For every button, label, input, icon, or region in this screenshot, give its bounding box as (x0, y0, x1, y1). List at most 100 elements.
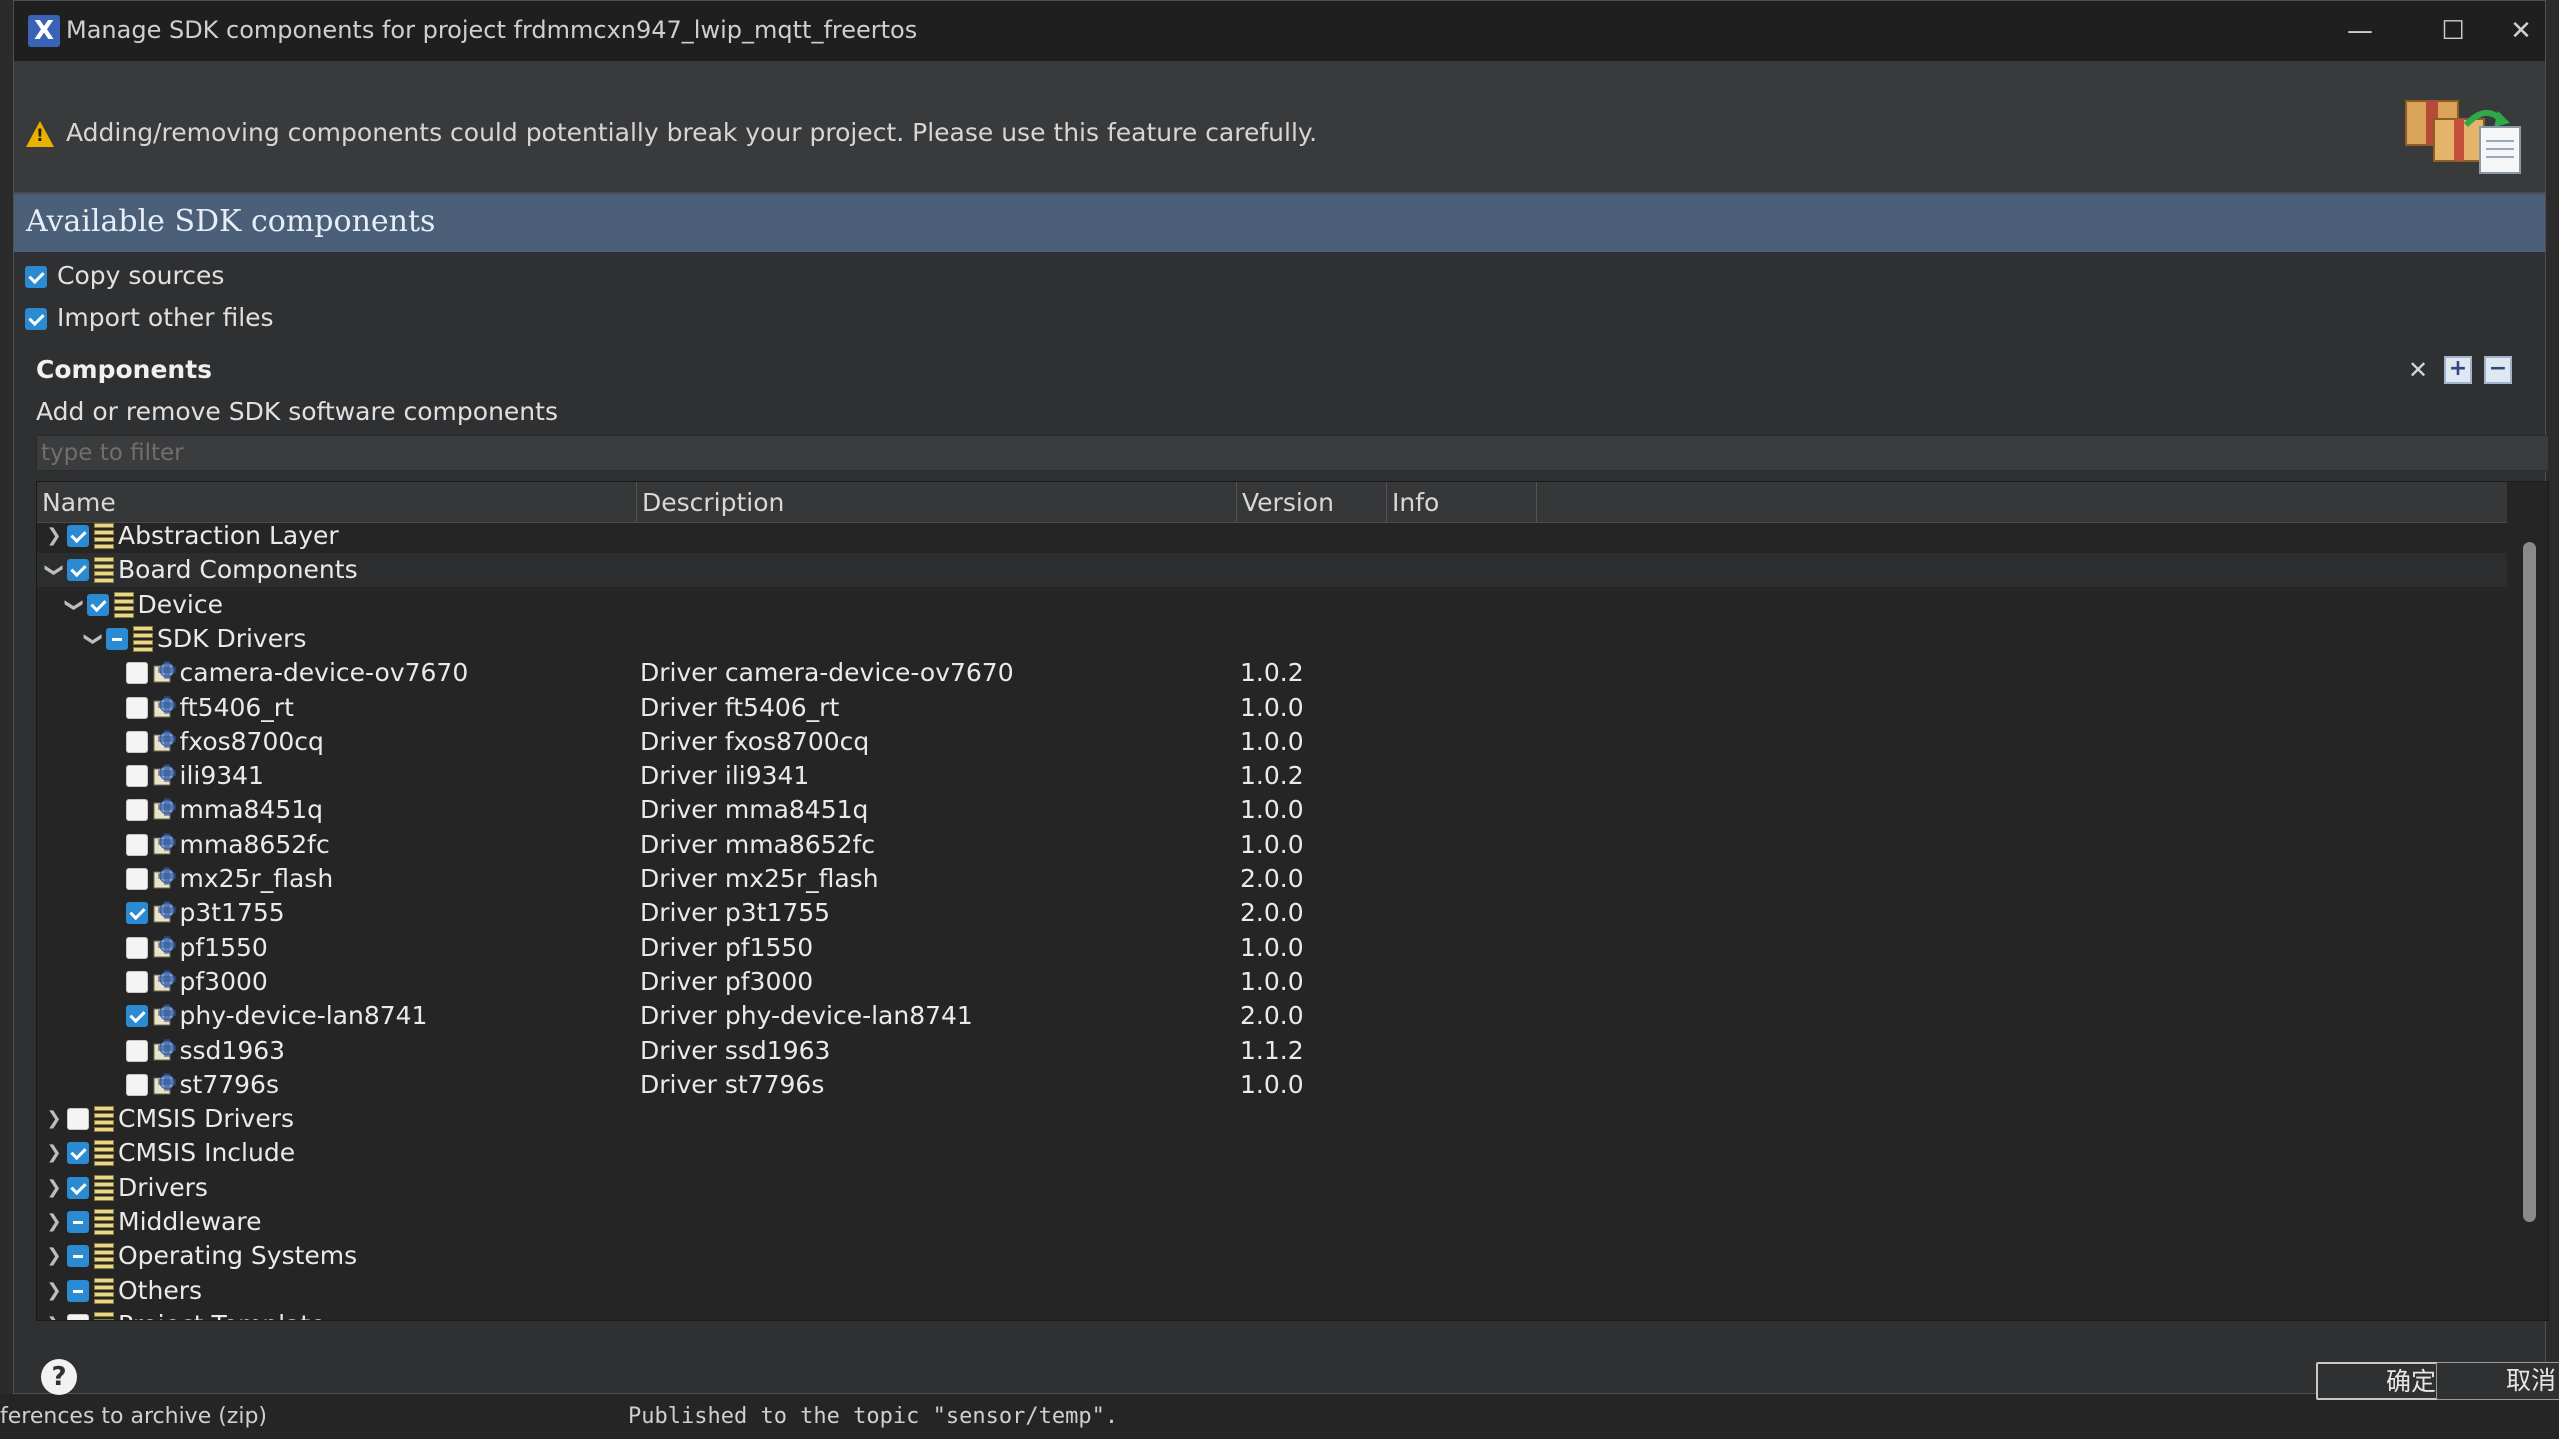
table-row[interactable]: ❯ Operating Systems (37, 1239, 2507, 1273)
table-row[interactable]: ❯ Drivers (37, 1171, 2507, 1205)
row-checkbox[interactable] (125, 971, 148, 993)
help-icon[interactable]: ? (41, 1359, 77, 1395)
row-checkbox[interactable] (67, 1280, 89, 1302)
row-checkbox[interactable] (125, 834, 148, 856)
table-row[interactable]: ❯ Middleware (37, 1205, 2507, 1239)
chevron-right-icon[interactable]: ❯ (43, 1139, 65, 1167)
chevron-right-icon[interactable]: ❯ (43, 1242, 65, 1270)
clear-filter-icon[interactable]: ✕ (2404, 356, 2432, 384)
chevron-right-icon[interactable]: ❯ (43, 1277, 65, 1305)
table-row[interactable]: ❯ Abstraction Layer (37, 522, 2507, 553)
table-row[interactable]: fxos8700cq Driver fxos8700cq 1.0.0 (37, 725, 2507, 759)
table-row[interactable]: mma8451q Driver mma8451q 1.0.0 (37, 793, 2507, 827)
row-checkbox[interactable] (67, 1177, 89, 1199)
chevron-right-icon[interactable]: ❯ (43, 522, 65, 550)
maximize-button[interactable]: ☐ (2407, 1, 2499, 61)
row-name: st7796s (179, 1070, 279, 1099)
row-checkbox[interactable] (67, 1245, 89, 1267)
collapse-all-icon[interactable]: − (2484, 356, 2512, 384)
row-name: CMSIS Drivers (118, 1104, 295, 1133)
row-checkbox[interactable] (125, 799, 148, 821)
table-row[interactable]: camera-device-ov7670 Driver camera-device… (37, 656, 2507, 690)
row-checkbox[interactable] (125, 731, 148, 753)
chevron-right-icon[interactable]: ❯ (43, 1174, 65, 1202)
table-row[interactable]: st7796s Driver st7796s 1.0.0 (37, 1068, 2507, 1102)
row-checkbox[interactable] (125, 662, 148, 684)
filter-input[interactable] (36, 435, 2549, 471)
row-checkbox[interactable] (67, 1142, 89, 1164)
table-row[interactable]: ❯ CMSIS Drivers (37, 1102, 2507, 1136)
title-bar[interactable]: X Manage SDK components for project frdm… (14, 1, 2545, 61)
vertical-scrollbar[interactable] (2513, 522, 2543, 1320)
row-checkbox[interactable] (125, 1040, 148, 1062)
row-version: 1.1.2 (1240, 1036, 1304, 1065)
row-version: 2.0.0 (1240, 864, 1304, 893)
row-checkbox[interactable] (125, 765, 148, 787)
table-row[interactable]: mma8652fc Driver mma8652fc 1.0.0 (37, 828, 2507, 862)
components-subtitle: Add or remove SDK software components (36, 397, 558, 426)
component-group-icon (94, 1106, 114, 1132)
column-header-version[interactable]: Version (1237, 482, 1387, 522)
chevron-down-icon[interactable]: ❯ (60, 594, 88, 616)
row-name: mma8652fc (179, 830, 330, 859)
table-row[interactable]: ❯ Board Components (37, 553, 2507, 587)
row-checkbox[interactable] (86, 594, 109, 616)
row-checkbox[interactable] (125, 937, 148, 959)
row-checkbox[interactable] (125, 868, 148, 890)
chevron-right-icon[interactable]: ❯ (43, 1208, 65, 1236)
row-name: Abstraction Layer (118, 522, 339, 550)
chevron-right-icon[interactable]: ❯ (43, 1311, 65, 1320)
row-checkbox[interactable] (67, 1314, 89, 1320)
row-checkbox[interactable] (125, 1074, 148, 1096)
section-title: Available SDK components (26, 204, 436, 239)
table-row[interactable]: mx25r_flash Driver mx25r_flash 2.0.0 (37, 862, 2507, 896)
chevron-down-icon[interactable]: ❯ (40, 559, 68, 581)
table-row[interactable]: pf3000 Driver pf3000 1.0.0 (37, 965, 2507, 999)
column-header-description[interactable]: Description (637, 482, 1237, 522)
component-group-icon (94, 1243, 114, 1269)
driver-component-icon (153, 798, 176, 820)
row-name: ft5406_rt (179, 693, 294, 722)
row-checkbox[interactable] (67, 559, 89, 581)
table-row[interactable]: p3t1755 Driver p3t1755 2.0.0 (37, 896, 2507, 930)
row-version: 1.0.2 (1240, 761, 1304, 790)
table-row[interactable]: ❯ CMSIS Include (37, 1136, 2507, 1170)
row-name: pf1550 (179, 933, 268, 962)
cancel-button[interactable]: 取消 (2436, 1362, 2559, 1400)
table-row[interactable]: ❯ Others (37, 1274, 2507, 1308)
row-name: SDK Drivers (157, 624, 307, 653)
table-row[interactable]: pf1550 Driver pf1550 1.0.0 (37, 931, 2507, 965)
table-row[interactable]: ft5406_rt Driver ft5406_rt 1.0.0 (37, 691, 2507, 725)
close-button[interactable]: ✕ (2499, 1, 2543, 61)
chevron-right-icon[interactable]: ❯ (43, 1105, 65, 1133)
scrollbar-thumb[interactable] (2523, 542, 2536, 1222)
row-checkbox[interactable] (106, 628, 128, 650)
row-description: Driver ssd1963 (640, 1036, 831, 1065)
warning-banner: ! Adding/removing components could poten… (14, 61, 2545, 194)
table-row[interactable]: phy-device-lan8741 Driver phy-device-lan8… (37, 999, 2507, 1033)
expand-all-icon[interactable]: + (2444, 356, 2472, 384)
copy-sources-label: Copy sources (57, 261, 225, 290)
table-row[interactable]: ili9341 Driver ili9341 1.0.2 (37, 759, 2507, 793)
row-checkbox[interactable] (125, 902, 148, 924)
import-other-files-checkbox[interactable] (25, 308, 47, 330)
table-row[interactable]: ssd1963 Driver ssd1963 1.1.2 (37, 1034, 2507, 1068)
warning-text: Adding/removing components could potenti… (66, 118, 1318, 147)
chevron-down-icon[interactable]: ❯ (79, 628, 107, 650)
row-checkbox[interactable] (67, 525, 89, 547)
row-checkbox[interactable] (67, 1211, 89, 1233)
row-name: Drivers (118, 1173, 208, 1202)
component-group-icon (94, 1140, 114, 1166)
row-checkbox[interactable] (67, 1108, 89, 1130)
copy-sources-checkbox[interactable] (25, 266, 47, 288)
table-row[interactable]: ❯ Project Template (37, 1308, 2507, 1320)
section-header: Available SDK components (14, 194, 2545, 252)
column-header-info[interactable]: Info (1387, 482, 1537, 522)
driver-component-icon (153, 901, 176, 923)
minimize-button[interactable]: — (2314, 1, 2406, 61)
table-row[interactable]: ❯ Device (37, 588, 2507, 622)
row-checkbox[interactable] (125, 697, 148, 719)
table-row[interactable]: ❯ SDK Drivers (37, 622, 2507, 656)
column-header-name[interactable]: Name (37, 482, 637, 522)
row-checkbox[interactable] (125, 1005, 148, 1027)
